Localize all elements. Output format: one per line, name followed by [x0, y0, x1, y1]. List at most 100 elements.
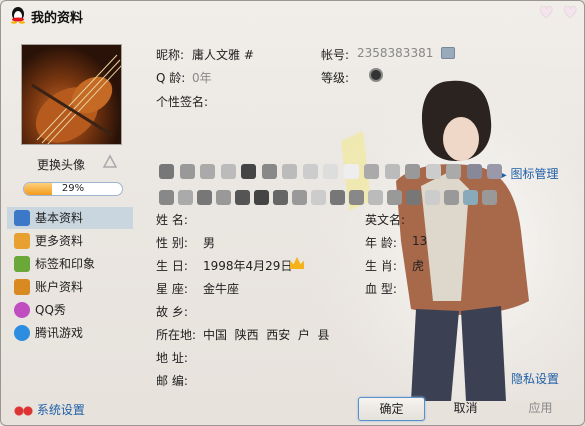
- profile-badge-icon[interactable]: [178, 190, 193, 205]
- profile-badge-icon[interactable]: [261, 164, 277, 179]
- progress-text: 29%: [61, 183, 85, 194]
- constellation-label: 星 座:: [156, 282, 188, 296]
- document-icon: [14, 233, 30, 249]
- heart-icon[interactable]: ♥: [563, 5, 579, 21]
- location-label: 所在地:: [156, 328, 197, 342]
- profile-badge-icon[interactable]: [387, 190, 402, 205]
- profile-badge-icon[interactable]: [254, 190, 269, 205]
- ok-button[interactable]: 确定: [358, 397, 425, 421]
- games-icon: [14, 325, 30, 341]
- qage-value: 0年: [192, 71, 212, 85]
- level-label: 等级:: [321, 71, 350, 85]
- profile-badge-icon[interactable]: [197, 190, 212, 205]
- nav-label: 腾讯游戏: [35, 326, 84, 340]
- apply-button[interactable]: 应用: [507, 397, 574, 421]
- nav-basic-info[interactable]: 基本资料: [7, 207, 133, 229]
- copy-icon[interactable]: [441, 47, 455, 59]
- profile-badge-icon[interactable]: [405, 164, 420, 179]
- profile-badge-icon[interactable]: [159, 190, 174, 205]
- age-label: 年 龄:: [365, 236, 397, 250]
- profile-badge-icon[interactable]: [406, 190, 421, 205]
- age-value: 13: [412, 234, 428, 248]
- account-value: 2358383381: [357, 46, 434, 60]
- cancel-button[interactable]: 取消: [432, 397, 499, 421]
- avatar[interactable]: [21, 44, 122, 145]
- violin-image: [31, 54, 121, 144]
- profile-badge-icon[interactable]: [487, 164, 502, 179]
- qq-show-icon: [14, 302, 30, 318]
- icon-manage-label: 图标管理: [510, 167, 559, 181]
- profile-badge-icon[interactable]: [482, 190, 497, 205]
- refresh-icon[interactable]: [101, 154, 119, 172]
- heart-icon[interactable]: ♥: [539, 5, 555, 21]
- profile-badge-icon[interactable]: [302, 164, 318, 179]
- profile-badge-icon[interactable]: [216, 190, 231, 205]
- title-bar[interactable]: 我的资料 ♥ ♥: [1, 1, 584, 31]
- privacy-settings-link[interactable]: 隐私设置: [511, 370, 559, 387]
- profile-badge-icon[interactable]: [446, 164, 461, 179]
- profile-badge-icon[interactable]: [179, 164, 195, 179]
- nav-account[interactable]: 账户资料: [7, 276, 133, 298]
- profile-badge-icon[interactable]: [282, 164, 297, 179]
- system-settings-link[interactable]: 系统设置: [13, 401, 85, 418]
- profile-badge-icon[interactable]: [235, 190, 250, 205]
- profile-badge-icon[interactable]: [343, 164, 359, 179]
- id-card-icon: [14, 210, 30, 226]
- system-settings-label: 系统设置: [36, 403, 85, 417]
- zip-label: 邮 编:: [156, 374, 188, 388]
- account-label: 帐号:: [321, 48, 350, 62]
- profile-badge-icon[interactable]: [364, 164, 379, 179]
- icon-manage-link[interactable]: ▶ 图标管理: [499, 165, 559, 182]
- nickname-label: 昵称:: [156, 48, 185, 62]
- blood-label: 血 型:: [365, 282, 397, 296]
- window-title: 我的资料: [31, 11, 84, 26]
- profile-badge-icon[interactable]: [159, 164, 174, 179]
- profile-badge-icon[interactable]: [200, 164, 215, 179]
- birthday-label: 生 日:: [156, 259, 188, 273]
- profile-badge-icon[interactable]: [425, 190, 440, 205]
- profile-badge-icon[interactable]: [444, 190, 459, 205]
- profile-badge-icon[interactable]: [273, 190, 288, 205]
- tag-icon: [14, 256, 30, 272]
- profile-badge-icon[interactable]: [220, 164, 236, 179]
- background-photo: [301, 61, 584, 401]
- nickname-value[interactable]: 庸人文雅 #: [192, 46, 254, 63]
- profile-badge-icon[interactable]: [384, 164, 400, 179]
- constellation-value: 金牛座: [203, 282, 240, 296]
- nav-more-info[interactable]: 更多资料: [7, 230, 133, 252]
- zodiac-value: 虎: [412, 259, 425, 273]
- nav-label: 更多资料: [35, 234, 84, 248]
- profile-badge-icon[interactable]: [311, 190, 326, 205]
- profile-badge-icon[interactable]: [323, 164, 338, 179]
- profile-badge-icon[interactable]: [466, 164, 482, 179]
- birthday-value: 1998年4月29日: [203, 259, 293, 273]
- gender-value: 男: [203, 236, 216, 250]
- profile-badge-icon[interactable]: [330, 190, 345, 205]
- nav-tags[interactable]: 标签和印象: [7, 253, 133, 275]
- profile-completion-bar: 29%: [23, 182, 123, 196]
- nav-games[interactable]: 腾讯游戏: [7, 322, 133, 344]
- gender-label: 性 别:: [156, 236, 188, 250]
- location-value: 中国 陕西 西安 户 县: [203, 328, 330, 342]
- qq-penguin-icon: [11, 7, 25, 24]
- address-label: 地 址:: [156, 351, 188, 365]
- nav-label: 基本资料: [35, 211, 84, 225]
- settings-icon: [13, 403, 33, 418]
- profile-badge-icon[interactable]: [292, 190, 307, 205]
- nav-label: QQ秀: [35, 303, 66, 317]
- hometown-label: 故 乡:: [156, 305, 188, 319]
- profile-badge-icon[interactable]: [241, 164, 256, 179]
- profile-badge-icon[interactable]: [349, 190, 364, 205]
- nav-label: 账户资料: [35, 280, 84, 294]
- zodiac-label: 生 肖:: [365, 259, 397, 273]
- nav-label: 标签和印象: [35, 257, 96, 271]
- qage-label: Q 龄:: [156, 71, 186, 85]
- nav-qq-show[interactable]: QQ秀: [7, 299, 133, 321]
- name-label: 姓 名:: [156, 213, 188, 227]
- change-avatar-link[interactable]: 更换头像: [37, 156, 85, 173]
- signature-label: 个性签名:: [156, 95, 209, 109]
- profile-badge-icon[interactable]: [425, 164, 441, 179]
- level-penguin-icon[interactable]: [369, 68, 383, 82]
- profile-badge-icon[interactable]: [463, 190, 478, 205]
- profile-badge-icon[interactable]: [368, 190, 383, 205]
